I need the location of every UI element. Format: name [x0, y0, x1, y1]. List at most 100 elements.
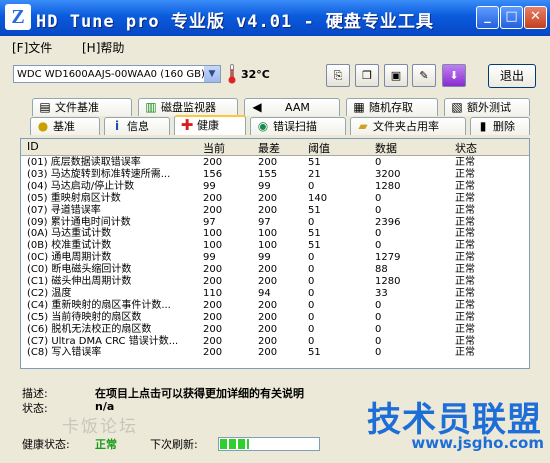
table-header: ID 当前 最差 阈值 数据 状态	[21, 139, 529, 156]
window-title: HD Tune pro 专业版 v4.01 - 硬盘专业工具	[36, 12, 434, 32]
table-row[interactable]: (09) 累计通电时间计数 97 97 0 2396 正常	[21, 217, 529, 228]
menu-file[interactable]: [F]文件	[12, 39, 52, 56]
temperature-readout: 32°C	[241, 68, 270, 81]
table-cell: 0	[375, 311, 382, 323]
column-header-threshold[interactable]: 阈值	[308, 140, 330, 156]
table-row[interactable]: (0B) 校准重试计数 100 100 51 0 正常	[21, 240, 529, 251]
table-row[interactable]: (C6) 脱机无法校正的扇区数 200 200 0 0 正常	[21, 324, 529, 335]
maximize-button[interactable]: □	[500, 6, 523, 29]
tab-health[interactable]: ✚ 健康	[174, 115, 246, 135]
table-row[interactable]: (0C) 通电周期计数 99 99 0 1279 正常	[21, 252, 529, 263]
table-cell: (0B) 校准重试计数	[27, 240, 112, 252]
disk-monitor-icon: ▥	[145, 100, 157, 114]
options-icon[interactable]: ✎	[412, 64, 436, 87]
table-cell: 200	[258, 347, 278, 359]
table-cell: 0	[308, 216, 315, 228]
table-cell: 200	[258, 311, 278, 323]
table-cell: (C2) 温度	[27, 287, 72, 299]
error-scan-icon: ◉	[257, 119, 269, 133]
table-cell: 200	[258, 264, 278, 276]
table-row[interactable]: (03) 马达旋转到标准转速所需... 156 155 21 3200 正常	[21, 169, 529, 180]
exit-button[interactable]: 退出	[488, 64, 536, 88]
table-cell: 0	[308, 180, 315, 192]
table-cell: 正常	[455, 335, 475, 347]
tab-info[interactable]: i 信息	[104, 117, 170, 135]
table-cell: 99	[203, 180, 216, 192]
table-cell: 94	[258, 287, 271, 299]
table-cell: 100	[258, 228, 278, 240]
table-row[interactable]: (C8) 写入错误率 200 200 51 0 正常	[21, 347, 529, 358]
table-row[interactable]: (0A) 马达重试计数 100 100 51 0 正常	[21, 228, 529, 239]
close-button[interactable]: ✕	[524, 6, 547, 29]
column-header-current[interactable]: 当前	[203, 140, 225, 156]
copy-icon[interactable]: ⎘	[326, 64, 350, 87]
table-row[interactable]: (01) 底层数据读取错误率 200 200 51 0 正常	[21, 157, 529, 168]
status-label: 状态:	[22, 402, 48, 415]
tab-benchmark[interactable]: ● 基准	[30, 117, 100, 135]
table-cell: 100	[203, 228, 223, 240]
table-row[interactable]: (05) 重映射扇区计数 200 200 140 0 正常	[21, 193, 529, 204]
download-icon[interactable]: ⬇	[442, 64, 466, 87]
column-header-data[interactable]: 数据	[375, 140, 397, 156]
table-row[interactable]: (C4) 重新映射的扇区事件计数... 200 200 0 0 正常	[21, 300, 529, 311]
column-header-status[interactable]: 状态	[455, 140, 477, 156]
table-cell: 51	[308, 228, 321, 240]
table-row[interactable]: (C7) Ultra DMA CRC 错误计数... 200 200 0 0 正常	[21, 336, 529, 347]
table-cell: 1279	[375, 252, 401, 264]
smart-attribute-table: ID 当前 最差 阈值 数据 状态 (01) 底层数据读取错误率 200 200 51…	[20, 138, 530, 369]
table-cell: 0	[375, 347, 382, 359]
tab-erase[interactable]: ▮ 删除	[470, 117, 530, 135]
refresh-progress-bar	[218, 437, 320, 451]
table-cell: 0	[308, 252, 315, 264]
table-cell: 0	[375, 192, 382, 204]
menu-help[interactable]: [H]帮助	[82, 39, 124, 56]
tab-error-scan[interactable]: ◉ 错误扫描	[250, 117, 346, 135]
minimize-button[interactable]: _	[476, 6, 499, 29]
health-status-label: 健康状态:	[22, 438, 70, 451]
table-cell: (C7) Ultra DMA CRC 错误计数...	[27, 335, 179, 347]
table-cell: 200	[203, 347, 223, 359]
table-cell: 51	[308, 240, 321, 252]
table-cell: 0	[308, 299, 315, 311]
table-cell: 200	[258, 192, 278, 204]
table-row[interactable]: (C1) 磁头伸出周期计数 200 200 0 1280 正常	[21, 276, 529, 287]
table-cell: 110	[203, 287, 223, 299]
table-cell: 200	[258, 323, 278, 335]
table-row[interactable]: (04) 马达启动/停止计数 99 99 0 1280 正常	[21, 181, 529, 192]
table-cell: (C6) 脱机无法校正的扇区数	[27, 323, 152, 335]
tab-aam[interactable]: ◀ AAM	[244, 98, 340, 116]
table-cell: 200	[258, 299, 278, 311]
table-cell: 正常	[455, 287, 475, 299]
chevron-down-icon[interactable]: ▼	[204, 66, 220, 82]
table-cell: 0	[308, 287, 315, 299]
tab-disk-monitor[interactable]: ▥ 磁盘监视器	[138, 98, 238, 116]
table-cell: 100	[203, 240, 223, 252]
table-cell: 正常	[455, 157, 475, 168]
thermometer-icon	[228, 64, 236, 84]
table-cell: 0	[375, 335, 382, 347]
table-cell: 200	[203, 335, 223, 347]
table-cell: 140	[308, 192, 328, 204]
table-cell: 2396	[375, 216, 401, 228]
table-cell: 99	[258, 180, 271, 192]
table-row[interactable]: (C5) 当前待映射的扇区数 200 200 0 0 正常	[21, 312, 529, 323]
save-icon[interactable]: ▣	[384, 64, 408, 87]
table-cell: 1280	[375, 276, 401, 287]
copy-screenshot-icon[interactable]: ❐	[355, 64, 379, 87]
refresh-progress-fill	[220, 439, 250, 449]
table-row[interactable]: (C2) 温度 110 94 0 33 正常	[21, 288, 529, 299]
table-cell: 33	[375, 287, 388, 299]
table-cell: 200	[203, 157, 223, 168]
table-row[interactable]: (C0) 断电磁头缩回计数 200 200 0 88 正常	[21, 264, 529, 275]
column-header-id[interactable]: ID	[27, 140, 39, 153]
table-row[interactable]: (07) 寻道错误率 200 200 51 0 正常	[21, 205, 529, 216]
column-header-worst[interactable]: 最差	[258, 140, 280, 156]
tab-extra-tests[interactable]: ▧ 额外测试	[444, 98, 530, 116]
tab-folder-usage[interactable]: ▰ 文件夹占用率	[350, 117, 466, 135]
tab-random-access[interactable]: ▦ 随机存取	[346, 98, 438, 116]
tab-file-benchmark[interactable]: ▤ 文件基准	[32, 98, 132, 116]
health-cross-icon: ✚	[180, 116, 194, 134]
table-cell: 正常	[455, 299, 475, 311]
drive-select[interactable]: WDC WD1600AAJS-00WAA0 (160 GB) ▼	[13, 65, 221, 83]
table-cell: 200	[203, 299, 223, 311]
